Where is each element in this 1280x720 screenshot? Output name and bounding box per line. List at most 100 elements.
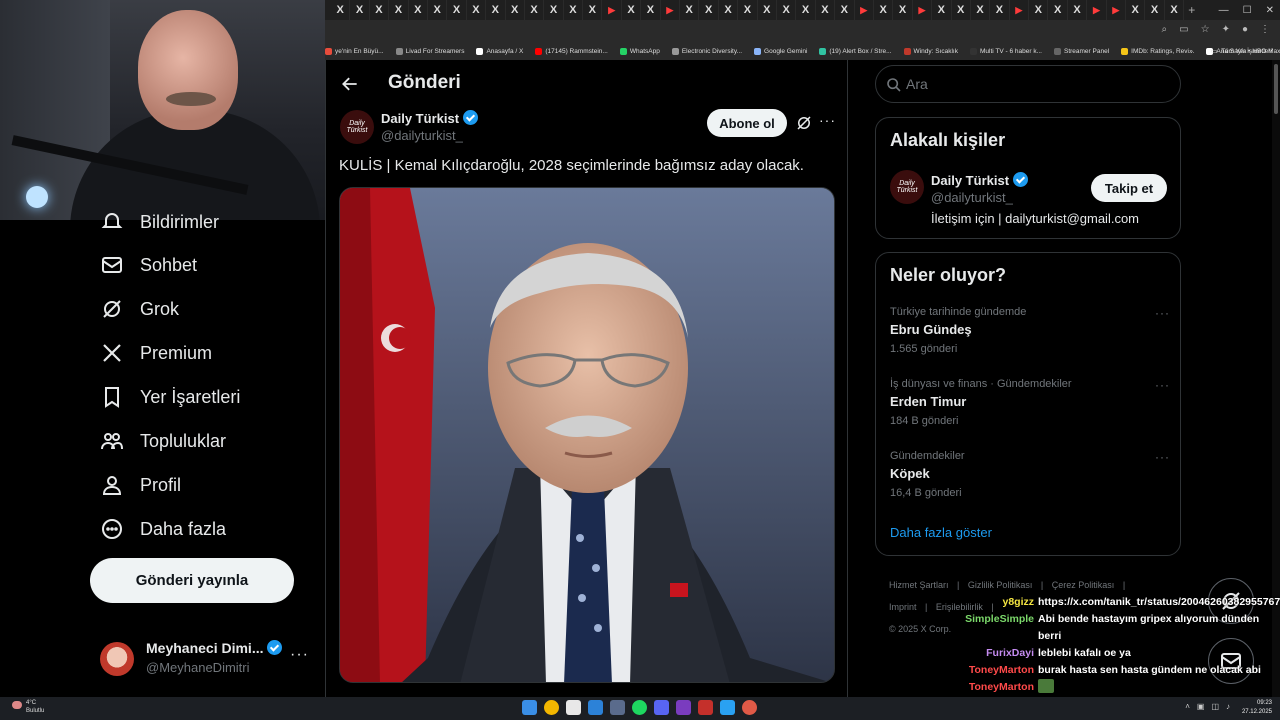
browser-tab-x[interactable]: X	[893, 0, 913, 20]
browser-tab-x[interactable]: X	[738, 0, 758, 20]
browser-tab-x[interactable]: X	[583, 0, 603, 20]
browser-tab-x[interactable]: X	[467, 0, 487, 20]
browser-tab-youtube[interactable]: ▶	[661, 0, 681, 20]
trend-item[interactable]: Gündemdekiler Köpek 16,4 B gönderi ···	[890, 450, 1170, 506]
windows-start-icon[interactable]	[522, 700, 537, 715]
related-handle[interactable]: @dailyturkist_	[931, 190, 1013, 205]
browser-tab-x[interactable]: X	[758, 0, 777, 20]
browser-tab-youtube[interactable]: ▶	[1107, 0, 1127, 20]
browser-tab-x[interactable]: X	[719, 0, 739, 20]
browser-tab-x[interactable]: X	[990, 0, 1010, 20]
app-icon[interactable]	[698, 700, 713, 715]
related-name-row[interactable]: Daily Türkist	[931, 172, 1028, 188]
browser-tab-x[interactable]: X	[971, 0, 991, 20]
browser-tab-x[interactable]: X	[564, 0, 584, 20]
bookmark-item[interactable]: ye'nin En Büyü...	[325, 47, 384, 55]
maximize-icon[interactable]: ☐	[1243, 5, 1252, 16]
browser-tab-x[interactable]: X	[874, 0, 894, 20]
browser-tab-x[interactable]: X	[447, 0, 467, 20]
nav-item-more[interactable]: Daha fazla	[100, 514, 226, 544]
bookmarks-overflow-icon[interactable]: »	[1189, 48, 1193, 55]
browser-tab-x[interactable]: X	[1165, 0, 1185, 20]
browser-tab-x[interactable]: X	[952, 0, 971, 20]
tray-chevron-icon[interactable]: ˄	[1185, 702, 1190, 711]
bookmark-item[interactable]: Windy: Sıcaklık	[903, 47, 958, 55]
browser-tab-x[interactable]: X	[544, 0, 564, 20]
browser-tab-youtube[interactable]: ▶	[1087, 0, 1107, 20]
show-more-link[interactable]: Daha fazla göster	[890, 525, 992, 540]
author-handle[interactable]: @dailyturkist_	[381, 128, 463, 143]
browser-tab-x[interactable]: X	[409, 0, 428, 20]
browser-tab-youtube[interactable]: ▶	[913, 0, 933, 20]
search-box[interactable]	[875, 65, 1181, 103]
browser-tab-x[interactable]: X	[932, 0, 952, 20]
spotify-icon[interactable]	[632, 700, 647, 715]
post-image[interactable]	[339, 187, 835, 683]
imprint-link[interactable]: Imprint	[889, 602, 917, 612]
browser-tab-x[interactable]: X	[370, 0, 390, 20]
steam-icon[interactable]	[610, 700, 625, 715]
scrollbar-thumb[interactable]	[1274, 64, 1278, 114]
privacy-link[interactable]: Gizlilik Politikası	[968, 580, 1033, 590]
minimize-icon[interactable]: —	[1219, 5, 1229, 16]
browser-tab-x[interactable]: X	[835, 0, 855, 20]
browser-tab-x[interactable]: X	[331, 0, 351, 20]
bookmark-item[interactable]: Streamer Panel	[1053, 47, 1109, 55]
terms-link[interactable]: Hizmet Şartları	[889, 580, 949, 590]
subscribe-button[interactable]: Abone ol	[707, 109, 787, 137]
app-icon[interactable]	[720, 700, 735, 715]
browser-tab-x[interactable]: X	[641, 0, 661, 20]
follow-button[interactable]: Takip et	[1091, 174, 1167, 202]
nav-item-premium[interactable]: Premium	[100, 338, 212, 368]
trend-item[interactable]: İş dünyası ve finans · Gündemdekiler Erd…	[890, 378, 1170, 434]
author-name-row[interactable]: Daily Türkist	[381, 110, 478, 126]
nav-item-chat[interactable]: Sohbet	[100, 250, 197, 280]
menu-icon[interactable]: ⋮	[1260, 24, 1270, 35]
post-button[interactable]: Gönderi yayınla	[90, 558, 294, 603]
browser-tab-x[interactable]: X	[350, 0, 370, 20]
zoom-icon[interactable]: ⌕	[1162, 24, 1168, 35]
bookmark-item[interactable]: Electronic Diversity...	[671, 47, 742, 55]
network-icon[interactable]: ◫	[1211, 702, 1219, 711]
weather-widget[interactable]: 4°C Bulutlu	[26, 699, 44, 715]
browser-tab-x[interactable]: X	[622, 0, 642, 20]
browser-tab-x[interactable]: X	[1068, 0, 1088, 20]
nav-item-communities[interactable]: Topluluklar	[100, 426, 226, 456]
app-icon[interactable]	[588, 700, 603, 715]
extensions-icon[interactable]: ✦	[1222, 24, 1230, 35]
chrome-icon[interactable]	[544, 700, 559, 715]
nav-item-profile[interactable]: Profil	[100, 470, 181, 500]
browser-tab-x[interactable]: X	[1029, 0, 1049, 20]
browser-tab-x[interactable]: X	[816, 0, 836, 20]
author-avatar[interactable]: Daily Türkist	[340, 110, 374, 144]
trend-item[interactable]: Türkiye tarihinde gündemde Ebru Gündeş 1…	[890, 306, 1170, 362]
nav-item-grok[interactable]: Grok	[100, 294, 179, 324]
file-explorer-icon[interactable]	[566, 700, 581, 715]
back-arrow-icon[interactable]	[340, 74, 360, 94]
bookmark-item[interactable]: Anasayfa / X	[476, 47, 523, 55]
discord-icon[interactable]	[654, 700, 669, 715]
clock[interactable]: 09:23 27.12.2025	[1242, 699, 1272, 717]
address-bar[interactable]: ⌕ ▭ ☆ ✦ ● ⋮	[325, 20, 1280, 42]
profile-more-icon[interactable]: ···	[290, 646, 309, 664]
cookie-link[interactable]: Çerez Politikası	[1052, 580, 1115, 590]
close-icon[interactable]: ✕	[1266, 5, 1274, 16]
app-icon[interactable]	[676, 700, 691, 715]
volume-icon[interactable]: ♪	[1226, 702, 1230, 711]
bookmark-item[interactable]: Multi TV - 6 haber k...	[969, 47, 1042, 55]
browser-tab-x[interactable]: X	[389, 0, 409, 20]
nav-item-bookmarks[interactable]: Yer İşaretleri	[100, 382, 240, 412]
account-switcher[interactable]: Meyhaneci Dimi... @MeyhaneDimitri ···	[100, 638, 310, 678]
browser-tab-x[interactable]: X	[796, 0, 816, 20]
browser-tab-x[interactable]: X	[1048, 0, 1068, 20]
bookmark-item[interactable]: Livad For Streamers	[395, 47, 464, 55]
bookmark-item[interactable]: WhatsApp	[619, 47, 660, 55]
browser-tab-x[interactable]: X	[428, 0, 448, 20]
browser-tab-x[interactable]: X	[777, 0, 797, 20]
browser-tab-x[interactable]: X	[506, 0, 525, 20]
trend-more-icon[interactable]: ···	[1155, 306, 1170, 320]
browser-tab-x[interactable]: X	[486, 0, 506, 20]
bookmark-star-icon[interactable]: ☆	[1201, 24, 1210, 35]
browser-tab-youtube[interactable]: ▶	[1010, 0, 1030, 20]
grok-icon[interactable]	[795, 114, 813, 132]
